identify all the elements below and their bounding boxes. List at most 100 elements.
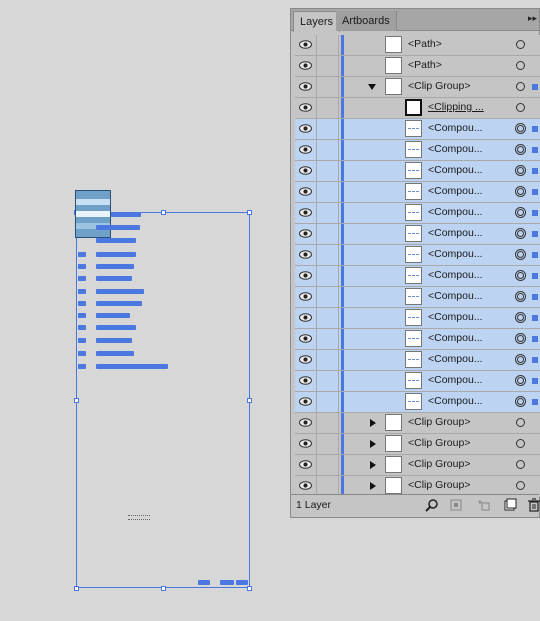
selection-indicator[interactable] [532, 273, 538, 279]
target-icon[interactable] [515, 354, 526, 365]
layer-row[interactable]: <Compou... [295, 287, 540, 308]
layer-row[interactable]: <Compou... [295, 350, 540, 371]
visibility-toggle[interactable] [295, 77, 317, 97]
resize-handle-mid-left[interactable] [74, 398, 79, 403]
layer-row[interactable]: <Compou... [295, 161, 540, 182]
lock-toggle[interactable] [317, 266, 339, 286]
expand-triangle-icon[interactable] [370, 440, 376, 448]
lock-toggle[interactable] [317, 392, 339, 412]
layer-name[interactable]: <Clipping ... [428, 101, 484, 113]
lock-toggle[interactable] [317, 413, 339, 433]
target-icon[interactable] [516, 439, 525, 448]
lock-toggle[interactable] [317, 287, 339, 307]
selection-indicator[interactable] [532, 252, 538, 258]
trash-icon[interactable] [527, 498, 540, 512]
visibility-toggle[interactable] [295, 350, 317, 370]
layer-name[interactable]: <Clip Group> [408, 416, 470, 428]
make-clipping-mask-icon[interactable] [449, 498, 463, 512]
visibility-toggle[interactable] [295, 308, 317, 328]
selection-indicator[interactable] [532, 189, 538, 195]
target-icon[interactable] [515, 186, 526, 197]
target-icon[interactable] [515, 312, 526, 323]
lock-toggle[interactable] [317, 182, 339, 202]
selection-indicator[interactable] [532, 357, 538, 363]
layer-row[interactable]: <Clip Group> [295, 434, 540, 455]
expand-triangle-icon[interactable] [370, 419, 376, 427]
lock-toggle[interactable] [317, 161, 339, 181]
visibility-toggle[interactable] [295, 245, 317, 265]
canvas[interactable] [0, 0, 290, 621]
layer-name[interactable]: <Clip Group> [408, 479, 470, 491]
panel-menu-icon[interactable]: ▸▸ [528, 13, 537, 24]
layer-name[interactable]: <Clip Group> [408, 437, 470, 449]
lock-toggle[interactable] [317, 245, 339, 265]
visibility-toggle[interactable] [295, 371, 317, 391]
visibility-toggle[interactable] [295, 392, 317, 412]
target-icon[interactable] [515, 375, 526, 386]
resize-handle-bottom-left[interactable] [74, 586, 79, 591]
resize-handle-bottom-mid[interactable] [161, 586, 166, 591]
selection-indicator[interactable] [532, 336, 538, 342]
layer-name[interactable]: <Compou... [428, 269, 483, 281]
layer-row[interactable]: <Compou... [295, 119, 540, 140]
layer-name[interactable]: <Compou... [428, 311, 483, 323]
layer-name[interactable]: <Path> [408, 38, 442, 50]
layer-name[interactable]: <Compou... [428, 395, 483, 407]
layer-name[interactable]: <Compou... [428, 227, 483, 239]
layer-row[interactable]: <Clip Group> [295, 455, 540, 476]
visibility-toggle[interactable] [295, 287, 317, 307]
resize-handle-bottom-right[interactable] [247, 586, 252, 591]
target-icon[interactable] [515, 228, 526, 239]
lock-toggle[interactable] [317, 476, 339, 496]
selection-indicator[interactable] [532, 294, 538, 300]
layer-name[interactable]: <Clip Group> [408, 458, 470, 470]
layer-name[interactable]: <Compou... [428, 185, 483, 197]
layer-name[interactable]: <Compou... [428, 206, 483, 218]
resize-handle-top-mid[interactable] [161, 210, 166, 215]
target-icon[interactable] [516, 103, 525, 112]
layer-name[interactable]: <Compou... [428, 164, 483, 176]
lock-toggle[interactable] [317, 350, 339, 370]
visibility-toggle[interactable] [295, 434, 317, 454]
visibility-toggle[interactable] [295, 455, 317, 475]
layer-row[interactable]: <Compou... [295, 371, 540, 392]
visibility-toggle[interactable] [295, 476, 317, 496]
selection-indicator[interactable] [532, 168, 538, 174]
target-icon[interactable] [515, 333, 526, 344]
selection-indicator[interactable] [532, 84, 538, 90]
layer-row[interactable]: <Compou... [295, 329, 540, 350]
target-icon[interactable] [516, 460, 525, 469]
layer-name[interactable]: <Clip Group> [408, 80, 470, 92]
lock-toggle[interactable] [317, 455, 339, 475]
layer-name[interactable]: <Compou... [428, 290, 483, 302]
expand-triangle-icon[interactable] [370, 461, 376, 469]
layer-name[interactable]: <Compou... [428, 143, 483, 155]
lock-toggle[interactable] [317, 98, 339, 118]
visibility-toggle[interactable] [295, 329, 317, 349]
lock-toggle[interactable] [317, 308, 339, 328]
lock-toggle[interactable] [317, 56, 339, 76]
visibility-toggle[interactable] [295, 182, 317, 202]
layer-name[interactable]: <Compou... [428, 332, 483, 344]
layer-name[interactable]: <Compou... [428, 374, 483, 386]
layer-row[interactable]: <Path> [295, 35, 540, 56]
lock-toggle[interactable] [317, 329, 339, 349]
selection-indicator[interactable] [532, 315, 538, 321]
target-icon[interactable] [515, 144, 526, 155]
target-icon[interactable] [515, 207, 526, 218]
layer-row[interactable]: <Compou... [295, 224, 540, 245]
layer-name[interactable]: <Path> [408, 59, 442, 71]
selection-indicator[interactable] [532, 126, 538, 132]
resize-handle-mid-right[interactable] [247, 398, 252, 403]
target-icon[interactable] [515, 270, 526, 281]
visibility-toggle[interactable] [295, 119, 317, 139]
target-icon[interactable] [515, 249, 526, 260]
layer-row[interactable]: <Path> [295, 56, 540, 77]
selection-indicator[interactable] [532, 378, 538, 384]
visibility-toggle[interactable] [295, 413, 317, 433]
layer-name[interactable]: <Compou... [428, 353, 483, 365]
artwork-image[interactable] [75, 190, 111, 238]
create-sublayer-icon[interactable] [477, 498, 491, 512]
visibility-toggle[interactable] [295, 161, 317, 181]
layer-row[interactable]: <Compou... [295, 203, 540, 224]
